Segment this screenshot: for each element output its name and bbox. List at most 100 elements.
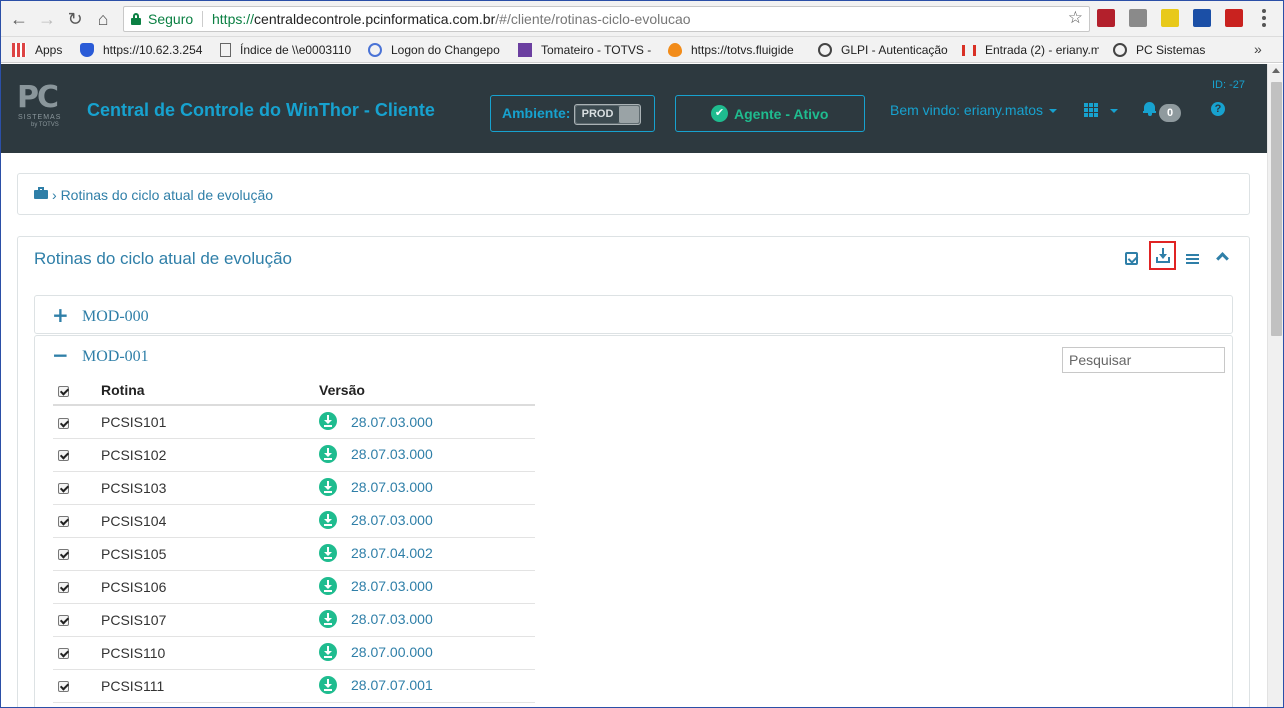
select-all-checkbox[interactable] — [58, 385, 69, 397]
reload-icon[interactable]: ↻ — [64, 8, 86, 30]
download-circle-icon[interactable] — [319, 444, 337, 463]
scrollbar-thumb[interactable] — [1271, 82, 1282, 336]
environment-toggle[interactable]: PROD — [574, 104, 641, 125]
module-title[interactable]: MOD-001 — [82, 348, 149, 366]
row-checkbox[interactable] — [58, 549, 69, 561]
version-link[interactable]: 28.07.03.000 — [351, 446, 433, 462]
version-link[interactable]: 28.07.00.000 — [351, 644, 433, 660]
url-text[interactable]: https://centraldecontrole.pcinformatica.… — [212, 11, 691, 27]
chevron-down-icon[interactable] — [1110, 109, 1118, 113]
notes-extension-icon[interactable] — [1161, 9, 1179, 27]
row-checkbox[interactable] — [58, 582, 69, 594]
download-circle-icon[interactable] — [319, 543, 337, 562]
bookmark-item[interactable]: PC Sistemas — [1113, 42, 1213, 58]
row-checkbox-cell — [53, 669, 101, 703]
bookmark-item[interactable]: Entrada (2) - eriany.m — [962, 42, 1099, 58]
check-all-button[interactable] — [1119, 247, 1143, 271]
download-circle-icon[interactable] — [319, 642, 337, 661]
bell-icon[interactable] — [1143, 102, 1156, 116]
flash-extension-icon[interactable] — [1225, 9, 1243, 27]
download-circle-icon[interactable] — [319, 510, 337, 529]
forward-arrow-icon[interactable]: → — [36, 8, 58, 30]
apps-grid-icon[interactable] — [1084, 103, 1098, 117]
row-checkbox-cell — [53, 504, 101, 538]
download-circle-icon[interactable] — [319, 477, 337, 496]
bookmark-item[interactable]: Tomateiro - TOTVS - — [518, 42, 654, 58]
version-link[interactable]: 28.07.03.000 — [351, 578, 433, 594]
collapse-panel-button[interactable] — [1210, 247, 1234, 271]
table-row[interactable]: PCSIS111 28.07.07.001 — [53, 669, 535, 703]
back-arrow-icon[interactable]: ← — [8, 8, 30, 30]
row-checkbox[interactable] — [58, 681, 69, 693]
page-scrollbar[interactable] — [1267, 64, 1284, 708]
bookmark-item[interactable]: Logon do Changepo — [368, 42, 505, 58]
expand-plus-icon[interactable]: + — [52, 305, 69, 325]
version-link[interactable]: 28.07.07.001 — [351, 677, 433, 693]
version-link[interactable]: 28.07.03.000 — [351, 611, 433, 627]
routines-table: Rotina Versão PCSIS101 28.07.03.000 PCSIS1… — [53, 376, 535, 703]
shield-extension-icon[interactable] — [1097, 9, 1115, 27]
table-row[interactable]: PCSIS110 28.07.00.000 — [53, 636, 535, 670]
download-circle-icon[interactable] — [319, 411, 337, 430]
browser-menu-icon[interactable] — [1262, 9, 1266, 27]
row-checkbox[interactable] — [58, 417, 69, 429]
user-menu[interactable]: Bem vindo: eriany.matos — [890, 102, 1058, 118]
rotina-cell: PCSIS102 — [101, 438, 319, 472]
row-checkbox[interactable] — [58, 483, 69, 495]
version-link[interactable]: 28.07.03.000 — [351, 479, 433, 495]
module-title[interactable]: MOD-000 — [82, 308, 149, 326]
versao-cell: 28.07.03.000 — [319, 504, 535, 538]
version-link[interactable]: 28.07.03.000 — [351, 414, 433, 430]
row-checkbox[interactable] — [58, 450, 69, 462]
row-checkbox[interactable] — [58, 516, 69, 528]
notification-badge[interactable]: 0 — [1159, 104, 1181, 122]
download-circle-icon[interactable] — [319, 609, 337, 628]
column-header-versao[interactable]: Versão — [319, 376, 535, 406]
row-checkbox[interactable] — [58, 615, 69, 627]
agent-status-button[interactable]: ✔ Agente - Ativo — [675, 95, 865, 132]
secure-label: Seguro — [148, 11, 194, 27]
help-icon[interactable]: ? — [1211, 102, 1225, 116]
home-icon[interactable]: ⌂ — [92, 8, 114, 30]
table-row[interactable]: PCSIS103 28.07.03.000 — [53, 471, 535, 505]
environment-value: PROD — [576, 106, 619, 123]
table-row[interactable]: PCSIS106 28.07.03.000 — [53, 570, 535, 604]
pc-sistemas-logo[interactable]: PC SISTEMAS by TOTVS — [17, 80, 67, 130]
module-accordion-item[interactable]: + MOD-000 — [34, 295, 1233, 334]
row-checkbox[interactable] — [58, 648, 69, 660]
g-logo-icon — [1113, 43, 1127, 57]
version-link[interactable]: 28.07.03.000 — [351, 512, 433, 528]
version-link[interactable]: 28.07.04.002 — [351, 545, 433, 561]
bookmarks-overflow-icon[interactable]: » — [1254, 41, 1262, 57]
address-bar[interactable]: Seguro https://centraldecontrole.pcinfor… — [123, 6, 1090, 32]
app-title[interactable]: Central de Controle do WinThor - Cliente — [87, 100, 435, 121]
collapse-minus-icon[interactable]: − — [52, 345, 69, 365]
table-row[interactable]: PCSIS105 28.07.04.002 — [53, 537, 535, 571]
bookmark-apps[interactable]: Apps — [12, 42, 72, 58]
table-row[interactable]: PCSIS101 28.07.03.000 — [53, 405, 535, 439]
download-button[interactable] — [1149, 241, 1176, 270]
download-circle-icon[interactable] — [319, 576, 337, 595]
environment-switch[interactable]: Ambiente: PROD — [490, 95, 655, 132]
column-header-rotina[interactable]: Rotina — [101, 376, 319, 406]
table-row[interactable]: PCSIS102 28.07.03.000 — [53, 438, 535, 472]
table-row[interactable]: PCSIS104 28.07.03.000 — [53, 504, 535, 538]
bookmark-label: GLPI - Autenticação — [841, 43, 948, 57]
rotina-cell: PCSIS107 — [101, 603, 319, 637]
bookmark-item[interactable]: https://10.62.3.254 — [80, 42, 210, 58]
bookmark-item[interactable]: Índice de \\e0003110 — [220, 42, 355, 58]
list-view-button[interactable] — [1180, 247, 1204, 271]
bookmark-star-icon[interactable]: ☆ — [1068, 8, 1083, 28]
welcome-text: Bem vindo: eriany.matos — [890, 102, 1044, 118]
scroll-up-arrow-icon[interactable] — [1272, 68, 1280, 73]
search-input[interactable] — [1062, 347, 1225, 373]
new-extension-icon[interactable] — [1193, 9, 1211, 27]
download-circle-icon[interactable] — [319, 675, 337, 694]
breadcrumb-current[interactable]: › Rotinas do ciclo atual de evolução — [52, 187, 273, 203]
briefcase-icon[interactable] — [34, 187, 48, 199]
bookmark-item[interactable]: https://totvs.fluigide — [668, 42, 804, 58]
bookmark-item[interactable]: GLPI - Autenticação — [818, 42, 952, 58]
table-row[interactable]: PCSIS107 28.07.03.000 — [53, 603, 535, 637]
square-extension-icon[interactable] — [1129, 9, 1147, 27]
url-host: centraldecontrole.pcinformatica.com.br — [254, 11, 496, 27]
